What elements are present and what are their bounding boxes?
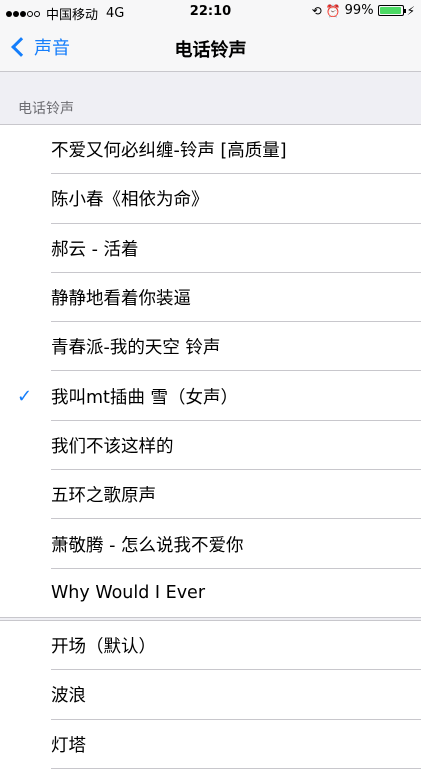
ringtone-row[interactable]: 静静地看着你装逼 — [0, 273, 421, 323]
default-tone-list: 开场（默认） 波浪灯塔 — [0, 620, 421, 769]
ringtone-label: 郝云 - 活着 — [51, 239, 139, 260]
status-bar: 中国移动 4G 22:10 ⟲ ⏰ 99% ⚡ — [0, 0, 421, 24]
navigation-bar: 声音 电话铃声 — [0, 24, 421, 72]
ringtone-row[interactable]: Why Would I Ever — [0, 569, 421, 619]
ringtone-label: 五环之歌原声 — [51, 486, 156, 507]
ringtone-row[interactable]: ✓ 我叫mt插曲 雪（女声） — [0, 371, 421, 422]
ringtone-row[interactable]: 萧敬腾 - 怎么说我不爱你 — [0, 519, 421, 569]
ringtone-label: Why Would I Ever — [51, 583, 206, 604]
ringtone-row[interactable]: 陈小春《相依为命》 — [0, 174, 421, 224]
section-header: 电话铃声 — [18, 101, 74, 117]
orientation-lock-icon: ⟲ — [311, 3, 322, 18]
ringtone-label: 波浪 — [51, 686, 86, 707]
ringtone-label: 开场（默认） — [51, 637, 156, 658]
ringtone-row[interactable]: 青春派-我的天空 铃声 — [0, 322, 421, 372]
ringtone-label: 陈小春《相依为命》 — [51, 190, 209, 211]
ringtone-label: 萧敬腾 - 怎么说我不爱你 — [51, 535, 244, 556]
battery-icon — [377, 5, 406, 16]
ringtone-label: 静静地看着你装逼 — [51, 289, 191, 310]
ringtone-row[interactable]: 我们不该这样的 — [0, 421, 421, 471]
ringtone-row[interactable]: 五环之歌原声 — [0, 470, 421, 520]
alarm-icon: ⏰ — [325, 3, 341, 18]
ringtone-label: 我叫mt插曲 雪（女声） — [51, 387, 238, 408]
ringtone-row[interactable]: 灯塔 — [0, 720, 421, 769]
status-right: ⟲ ⏰ 99% ⚡ — [312, 3, 415, 18]
ringtone-row[interactable]: 开场（默认） — [0, 621, 421, 671]
charging-icon: ⚡ — [406, 3, 415, 18]
checkmark-icon: ✓ — [17, 385, 33, 407]
ringtone-label: 灯塔 — [51, 735, 86, 756]
ringtone-label: 不爱又何必纠缠-铃声 [高质量] — [51, 141, 287, 162]
ringtone-label: 青春派-我的天空 铃声 — [51, 338, 221, 359]
ringtone-list: 不爱又何必纠缠-铃声 [高质量] 陈小春《相依为命》 郝云 - 活着静静地看着你装逼… — [0, 124, 421, 619]
ringtone-row[interactable]: 波浪 — [0, 670, 421, 720]
ringtone-row[interactable]: 郝云 - 活着 — [0, 224, 421, 274]
battery-percent: 99% — [344, 3, 374, 18]
ringtone-row[interactable]: 不爱又何必纠缠-铃声 [高质量] — [0, 125, 421, 175]
page-title: 电话铃声 — [174, 40, 247, 61]
ringtone-label: 我们不该这样的 — [51, 436, 174, 457]
battery-fill — [379, 7, 402, 14]
